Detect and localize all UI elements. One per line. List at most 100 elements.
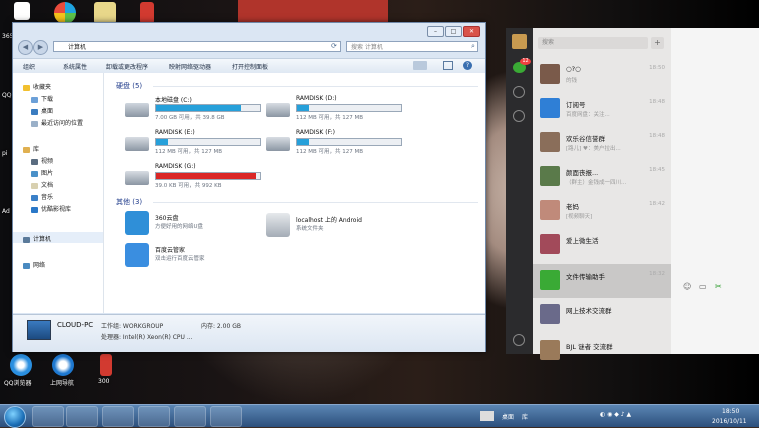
colorful-app-icon[interactable] xyxy=(54,2,76,24)
search-input[interactable]: 搜索 计算机 xyxy=(346,41,478,52)
nav-youku-library[interactable]: 优酷影视库 xyxy=(31,204,71,213)
nav-label: 库 xyxy=(33,146,40,153)
red-app-icon[interactable] xyxy=(140,2,154,24)
document-icon[interactable] xyxy=(14,2,30,20)
nav-libraries[interactable]: 库 xyxy=(23,144,39,153)
taskbar-baidu[interactable] xyxy=(174,406,206,427)
system-properties-button[interactable]: 系统属性 xyxy=(63,62,87,71)
uninstall-program-button[interactable]: 卸载或更改程序 xyxy=(106,62,148,71)
preview-pane-icon[interactable] xyxy=(443,61,453,70)
contacts-icon[interactable] xyxy=(513,86,525,98)
chat-item[interactable]: BJL 谜者 交流群 xyxy=(533,334,671,368)
map-network-drive-button[interactable]: 映射网络驱动器 xyxy=(169,62,211,71)
nav-music[interactable]: 音乐 xyxy=(31,192,53,201)
tray-label[interactable]: 库 xyxy=(522,412,528,421)
address-bar[interactable]: 计算机 xyxy=(53,41,341,52)
nav-documents[interactable]: 文档 xyxy=(31,180,53,189)
chat-item[interactable]: 老妈 [视频聊天] 18:42 xyxy=(533,194,671,228)
nav-downloads[interactable]: 下载 xyxy=(31,94,53,103)
taskbar-ie[interactable] xyxy=(32,406,64,427)
start-button[interactable] xyxy=(4,406,26,428)
youku-icon xyxy=(31,206,38,213)
nav-label: 收藏夹 xyxy=(33,84,52,91)
drive-item[interactable]: RAMDISK (G:) 39.0 KB 可用，共 992 KB xyxy=(125,163,265,191)
open-control-panel-button[interactable]: 打开控制面板 xyxy=(232,62,268,71)
folder-icon[interactable] xyxy=(94,2,116,24)
chat-item[interactable]: 文件传输助手 18:32 xyxy=(533,264,671,298)
drive-icon xyxy=(125,137,149,151)
forward-button[interactable]: ▶ xyxy=(33,40,48,55)
close-button[interactable]: ✕ xyxy=(463,26,480,37)
favorites-icon[interactable] xyxy=(513,110,525,122)
other-item[interactable]: localhost 上的 Android 系统文件夹 xyxy=(266,213,416,239)
taskbar-wechat[interactable] xyxy=(210,406,242,427)
nav-network[interactable]: 网络 xyxy=(23,260,45,269)
organize-button[interactable]: 组织 xyxy=(23,62,35,71)
taskbar-app[interactable] xyxy=(102,406,134,427)
taskbar-360[interactable] xyxy=(138,406,170,427)
tray-label[interactable]: 桌面 xyxy=(502,412,514,421)
maximize-button[interactable]: □ xyxy=(445,26,462,37)
chat-name: 订阅号 xyxy=(566,101,586,109)
ie-icon[interactable] xyxy=(52,354,74,376)
emoji-button[interactable]: ☺ xyxy=(683,282,691,291)
other-item[interactable]: 360云盘 方便好用的网络U盘 xyxy=(125,211,275,237)
chat-item[interactable]: 网上技术交流群 xyxy=(533,298,671,332)
chat-item[interactable]: ○?○ 的钱 18:50 xyxy=(533,58,671,92)
wallpaper-band xyxy=(238,0,388,22)
chat-item[interactable]: 颜面丧报... （群主）金钱成一四川... 18:45 xyxy=(533,160,671,194)
drive-size: 112 MB 可用，共 127 MB xyxy=(155,149,223,155)
nav-computer[interactable]: 计算机 xyxy=(23,234,51,243)
chat-item[interactable]: 爱上微生活 xyxy=(533,228,671,262)
wechat-search-input[interactable]: 搜索 xyxy=(538,37,648,49)
screenshot-button[interactable]: ✂ xyxy=(715,282,722,291)
minimize-button[interactable]: – xyxy=(427,26,444,37)
drive-usage-fill xyxy=(156,105,242,111)
nav-pictures[interactable]: 图片 xyxy=(31,168,53,177)
memory: 内存: 2.00 GB xyxy=(201,323,241,330)
nav-desktop[interactable]: 桌面 xyxy=(31,106,53,115)
other-item-name: 百度云管家 xyxy=(155,247,186,254)
unread-badge: 12 xyxy=(520,58,531,65)
clock-time[interactable]: 18:50 xyxy=(722,408,739,415)
refresh-icon[interactable]: ⟳ xyxy=(331,42,337,50)
drive-item[interactable]: RAMDISK (F:) 112 MB 可用，共 127 MB xyxy=(266,129,406,157)
drive-item[interactable]: RAMDISK (E:) 112 MB 可用，共 127 MB xyxy=(125,129,265,157)
drive-item[interactable]: RAMDISK (D:) 112 MB 可用，共 127 MB xyxy=(266,95,406,123)
settings-icon[interactable] xyxy=(513,334,525,346)
nav-videos[interactable]: 视频 xyxy=(31,156,53,165)
other-item-desc: 系统文件夹 xyxy=(296,226,324,232)
drive-usage-bar xyxy=(155,138,261,146)
group-header-other[interactable]: 其他 (3) xyxy=(116,197,142,207)
tray-icons[interactable]: ◐ ◉ ◆ ♪ ▲ xyxy=(600,411,631,418)
network-icon xyxy=(23,262,30,269)
group-header-drives[interactable]: 硬盘 (5) xyxy=(116,81,142,91)
address-row: ◀ ▶ 计算机 ⟳ 搜索 计算机 ⌕ xyxy=(13,39,485,57)
clock-date[interactable]: 2016/10/11 xyxy=(712,418,747,425)
help-icon[interactable]: ? xyxy=(463,61,472,70)
add-chat-button[interactable]: + xyxy=(651,37,664,49)
folder-button[interactable]: ▭ xyxy=(699,282,707,291)
title-bar[interactable]: – □ ✕ xyxy=(13,23,485,39)
view-options-icon[interactable] xyxy=(413,61,427,70)
nav-label: 音乐 xyxy=(41,194,54,201)
wechat-sidebar: 12 xyxy=(506,28,533,354)
qq-browser-icon[interactable] xyxy=(10,354,32,376)
back-button[interactable]: ◀ xyxy=(18,40,33,55)
chat-item[interactable]: 欢乐谷信誉群 [路儿] ♥：美户拉出... 18:48 xyxy=(533,126,671,160)
other-item[interactable]: 百度云管家 双击运行百度云管家 xyxy=(125,243,275,269)
drive-name: RAMDISK (G:) xyxy=(155,163,196,170)
red-app-icon[interactable] xyxy=(100,354,112,376)
nav-recent[interactable]: 最近访问的位置 xyxy=(31,118,83,127)
desktop-fragment: QQ xyxy=(2,92,12,99)
search-icon[interactable]: ⌕ xyxy=(471,42,475,51)
user-avatar[interactable] xyxy=(512,34,527,49)
chat-item[interactable]: 订阅号 百度网盘：关注... 18:48 xyxy=(533,92,671,126)
chat-preview: [路儿] ♥：美户拉出... xyxy=(566,146,621,152)
chat-preview: 的钱 xyxy=(566,78,578,84)
details-pane: CLOUD-PC 工作组: WORKGROUP 内存: 2.00 GB 处理器:… xyxy=(13,314,485,352)
drive-item[interactable]: 本地磁盘 (C:) 7.00 GB 可用，共 39.8 GB xyxy=(125,95,265,123)
taskbar-explorer[interactable] xyxy=(66,406,98,427)
tray-edit-icon[interactable] xyxy=(480,411,494,421)
nav-favorites[interactable]: 收藏夹 xyxy=(23,82,51,91)
